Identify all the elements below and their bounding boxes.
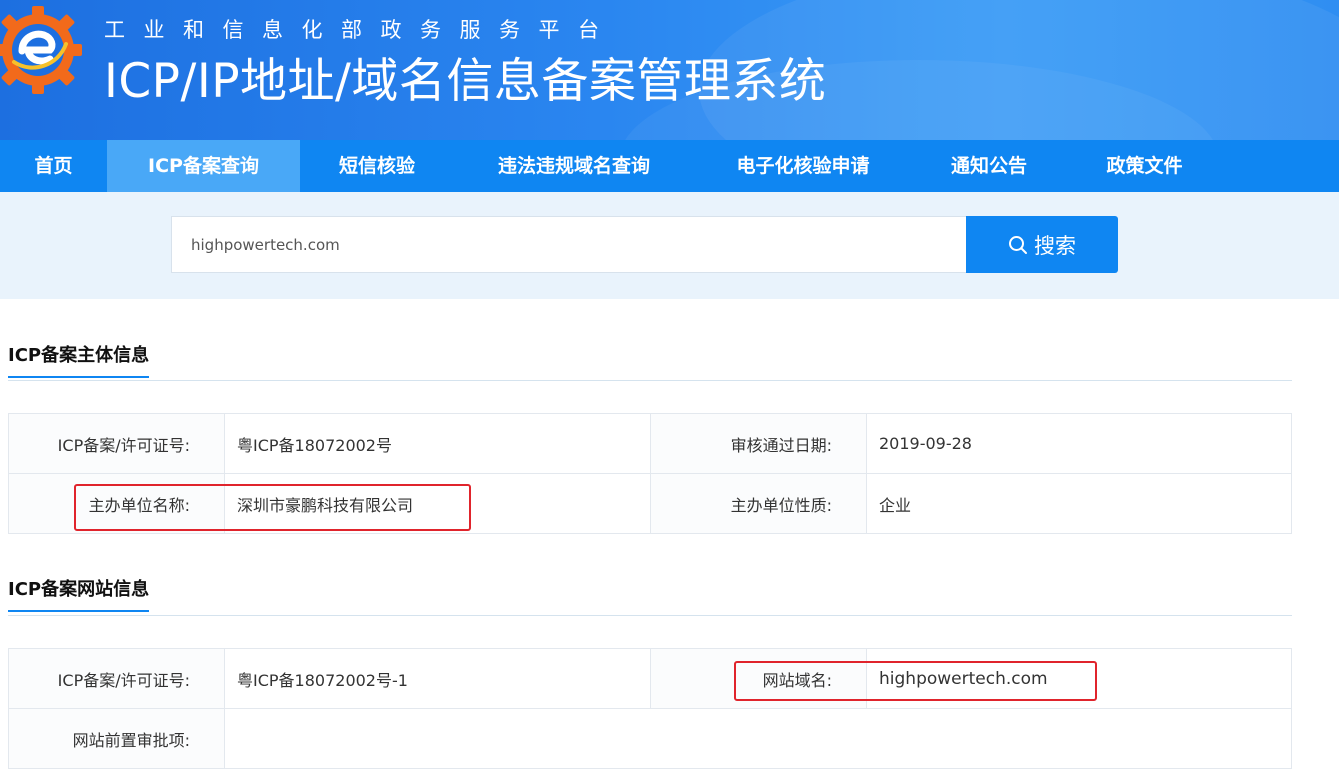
site-license-no-label: ICP备案/许可证号: — [8, 648, 225, 709]
nav-item-sms-verify[interactable]: 短信核验 — [300, 140, 454, 192]
search-area: 搜索 — [0, 192, 1339, 299]
nav-item-illegal-domain-query[interactable]: 违法违规域名查询 — [454, 140, 694, 192]
nav-item-notices[interactable]: 通知公告 — [912, 140, 1066, 192]
site-domain-label: 网站域名: — [650, 648, 867, 709]
site-license-no-value: 粤ICP备18072002号-1 — [224, 648, 651, 709]
search-icon — [1009, 235, 1027, 254]
website-section-title: ICP备案网站信息 — [8, 575, 150, 612]
organizer-name-value: 深圳市豪鹏科技有限公司 — [224, 473, 651, 534]
subject-info-table: ICP备案/许可证号: 粤ICP备18072002号 审核通过日期: 2019-… — [8, 413, 1292, 534]
license-no-label: ICP备案/许可证号: — [8, 413, 225, 474]
nav-item-home[interactable]: 首页 — [0, 140, 107, 192]
table-row: 主办单位名称: 深圳市豪鹏科技有限公司 主办单位性质: 企业 — [8, 473, 1292, 534]
table-row: 网站前置审批项: — [8, 708, 1292, 769]
ministry-gear-logo-icon — [0, 6, 82, 94]
table-row: ICP备案/许可证号: 粤ICP备18072002号 审核通过日期: 2019-… — [8, 413, 1292, 474]
section-divider — [8, 615, 1292, 616]
nav-item-e-verify-apply[interactable]: 电子化核验申请 — [694, 140, 912, 192]
main-nav: 首页 ICP备案查询 短信核验 违法违规域名查询 电子化核验申请 通知公告 政策… — [0, 140, 1339, 192]
nav-item-icp-query[interactable]: ICP备案查询 — [107, 140, 300, 192]
search-button-label: 搜索 — [1034, 233, 1076, 258]
organizer-type-value: 企业 — [866, 473, 1292, 534]
approval-date-value: 2019-09-28 — [866, 413, 1292, 474]
search-button[interactable]: 搜索 — [966, 216, 1118, 273]
approval-date-label: 审核通过日期: — [650, 413, 867, 474]
platform-subtitle: 工业和信息化部政务服务平台 — [104, 18, 618, 42]
website-info-table: ICP备案/许可证号: 粤ICP备18072002号-1 网站域名: highp… — [8, 648, 1292, 769]
organizer-type-label: 主办单位性质: — [650, 473, 867, 534]
table-row: ICP备案/许可证号: 粤ICP备18072002号-1 网站域名: highp… — [8, 648, 1292, 709]
organizer-name-label: 主办单位名称: — [8, 473, 225, 534]
site-header: 工业和信息化部政务服务平台 ICP/IP地址/域名信息备案管理系统 — [0, 0, 1339, 140]
license-no-value: 粤ICP备18072002号 — [224, 413, 651, 474]
pre-approval-value — [224, 708, 1292, 769]
nav-item-policy-docs[interactable]: 政策文件 — [1066, 140, 1223, 192]
site-domain-value: highpowertech.com — [866, 648, 1292, 709]
section-divider — [8, 380, 1292, 381]
system-title: ICP/IP地址/域名信息备案管理系统 — [104, 54, 827, 109]
search-input[interactable] — [171, 216, 967, 273]
pre-approval-label: 网站前置审批项: — [8, 708, 225, 769]
subject-section-title: ICP备案主体信息 — [8, 341, 150, 378]
